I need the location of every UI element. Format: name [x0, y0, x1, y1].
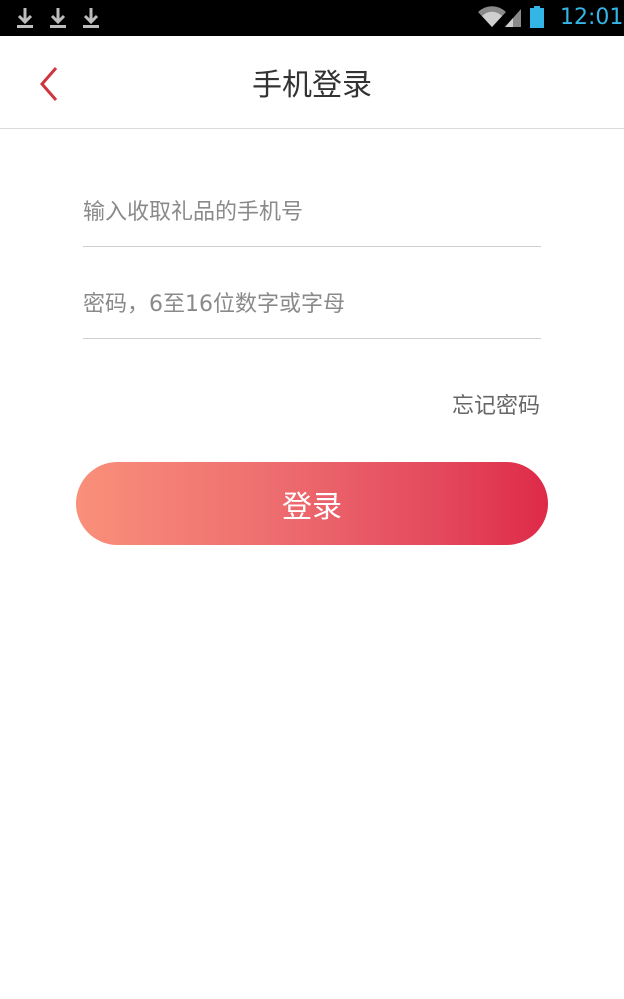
status-bar: 12:01 — [0, 0, 624, 36]
page-title: 手机登录 — [252, 68, 372, 103]
download-icon — [50, 8, 66, 28]
nav-bar: 手机登录 — [0, 36, 624, 129]
login-button[interactable]: 登录 — [76, 462, 548, 545]
status-clock: 12:01 — [560, 5, 624, 30]
download-icon — [17, 8, 33, 28]
password-input[interactable] — [83, 284, 541, 324]
forgot-password-link[interactable]: 忘记密码 — [452, 388, 540, 420]
download-icon — [83, 8, 99, 28]
password-field — [83, 284, 541, 339]
phone-field — [83, 192, 541, 247]
signal-icon — [505, 9, 521, 27]
phone-input[interactable] — [83, 192, 541, 232]
battery-icon — [530, 6, 544, 28]
